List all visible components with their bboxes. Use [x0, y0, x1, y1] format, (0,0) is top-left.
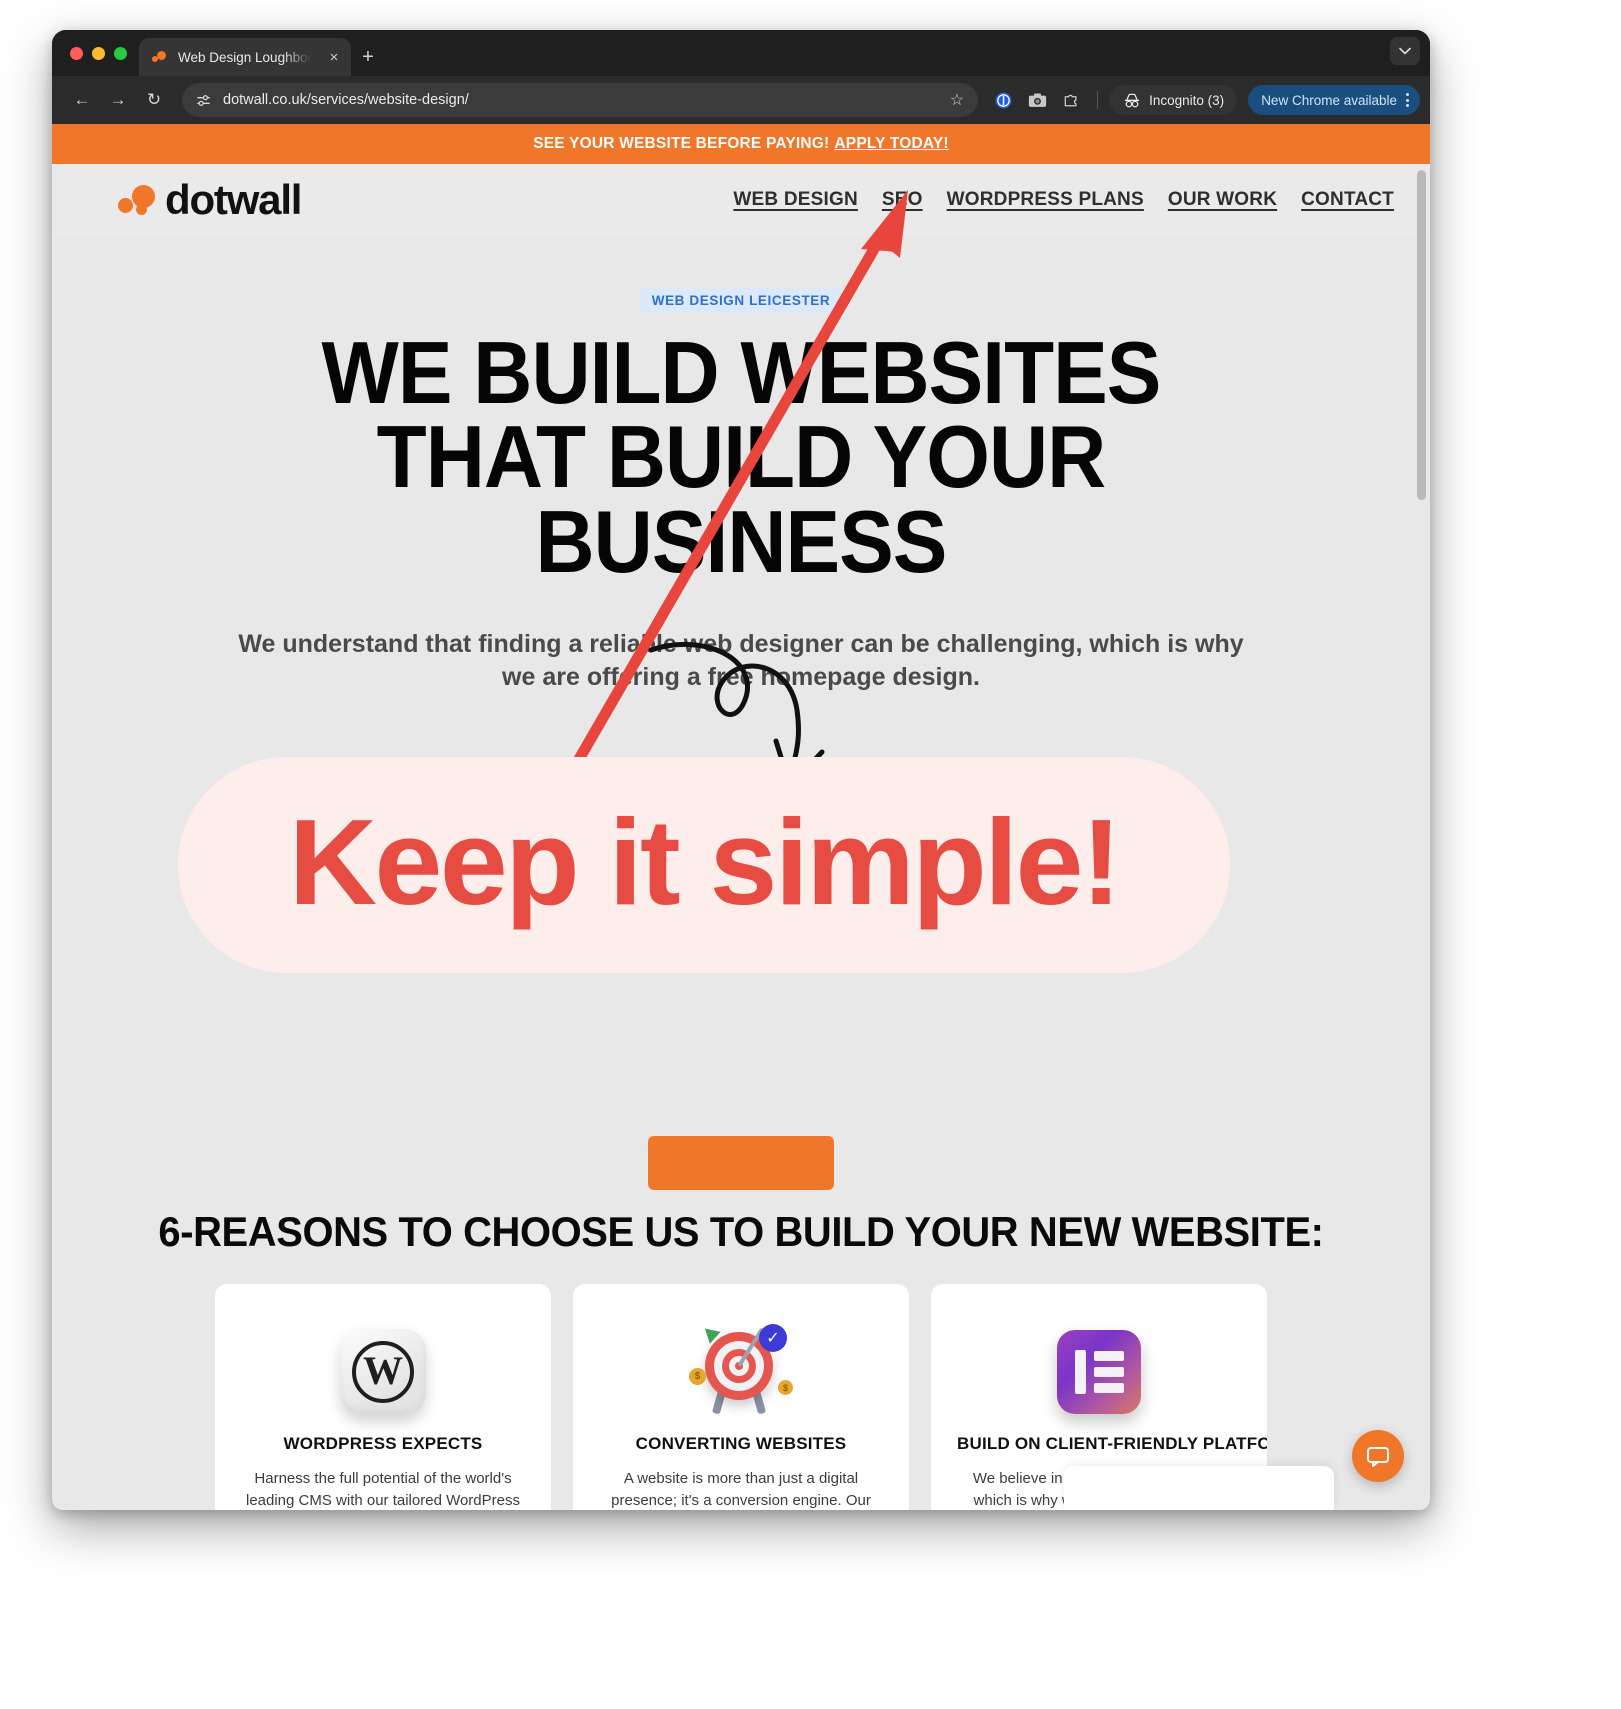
camera-icon[interactable]	[1022, 85, 1052, 115]
close-window-button[interactable]	[70, 46, 83, 60]
forward-button[interactable]: →	[102, 84, 134, 116]
update-label: New Chrome available	[1261, 92, 1397, 108]
chat-bubble-icon[interactable]	[1352, 1430, 1404, 1482]
hero-section: WEB DESIGN LEICESTER WE BUILD WEBSITES T…	[52, 236, 1430, 1190]
keep-it-simple-callout: Keep it simple!	[178, 757, 1230, 973]
browser-tab[interactable]: Web Design Loughboough an ×	[139, 38, 351, 76]
apply-today-link[interactable]: APPLY TODAY!	[834, 135, 948, 153]
back-button[interactable]: ←	[66, 84, 98, 116]
main-navigation: WEB DESIGN SEO WORDPRESS PLANS OUR WORK …	[733, 189, 1394, 211]
wordpress-icon: W	[241, 1318, 525, 1426]
target-dart-icon: ✓ $ $	[599, 1318, 883, 1426]
new-tab-button[interactable]: +	[351, 38, 385, 76]
hero-headline: WE BUILD WEBSITES THAT BUILD YOUR BUSINE…	[321, 323, 1162, 591]
dotwall-dots-icon	[118, 183, 158, 217]
reason-card[interactable]: ✓ $ $ CONVERTING WEBSITES A website is mo…	[573, 1284, 909, 1510]
nav-item-web-design[interactable]: WEB DESIGN	[733, 189, 857, 211]
site-header: dotwall WEB DESIGN SEO WORDPRESS PLANS O…	[52, 164, 1430, 236]
screenshot-root: Web Design Loughboough an × + ← → ↻	[0, 0, 1621, 1709]
nav-item-contact[interactable]: CONTACT	[1301, 189, 1394, 211]
nav-item-wordpress-plans[interactable]: WORDPRESS PLANS	[947, 189, 1144, 211]
site-settings-icon[interactable]	[192, 89, 214, 111]
card-title: CONVERTING WEBSITES	[635, 1434, 847, 1453]
page-scrollbar-thumb[interactable]	[1417, 170, 1426, 500]
callout-text: Keep it simple!	[288, 794, 1122, 930]
card-body: A website is more than just a digital pr…	[611, 1470, 871, 1510]
window-traffic-lights[interactable]	[66, 30, 139, 76]
close-tab-button[interactable]: ×	[325, 49, 343, 66]
card-title: BUILD ON CLIENT-FRIENDLY PLATFORMS	[957, 1434, 1267, 1453]
logo-wordmark: dotwall	[165, 176, 302, 223]
hero-cta-button[interactable]	[648, 1136, 834, 1190]
maximize-window-button[interactable]	[114, 46, 127, 60]
extensions-puzzle-icon[interactable]	[1056, 85, 1086, 115]
page-scrollbar[interactable]	[1417, 170, 1426, 1504]
url-text: dotwall.co.uk/services/website-design/	[223, 92, 469, 108]
tab-favicon-icon	[152, 50, 169, 65]
address-bar[interactable]: dotwall.co.uk/services/website-design/ ☆	[182, 83, 979, 117]
tab-search-chevron-icon[interactable]	[1390, 37, 1420, 65]
tab-strip: Web Design Loughboough an × +	[52, 30, 1430, 76]
hero-badge: WEB DESIGN LEICESTER	[638, 288, 844, 313]
reason-card[interactable]: W WORDPRESS EXPECTS Harness the full pot…	[215, 1284, 551, 1510]
toolbar-divider	[1097, 91, 1099, 109]
chrome-menu-kebab-icon[interactable]	[1403, 93, 1412, 107]
browser-toolbar: ← → ↻ dotwall.co.uk/services/website-des…	[52, 76, 1430, 124]
hero-subtext: We understand that finding a reliable we…	[238, 630, 1244, 692]
announcement-text: SEE YOUR WEBSITE BEFORE PAYING!	[533, 135, 830, 152]
reload-button[interactable]: ↻	[138, 84, 170, 116]
bookmark-star-icon[interactable]: ☆	[950, 90, 966, 110]
card-body: Harness the full potential of the world'…	[245, 1470, 520, 1510]
minimize-window-button[interactable]	[92, 46, 105, 60]
onepassword-icon[interactable]	[988, 85, 1018, 115]
nav-item-our-work[interactable]: OUR WORK	[1168, 189, 1277, 211]
reasons-heading: 6-REASONS TO CHOOSE US TO BUILD YOUR NEW…	[158, 1208, 1324, 1255]
chrome-update-button[interactable]: New Chrome available	[1248, 85, 1420, 115]
announcement-bar[interactable]: SEE YOUR WEBSITE BEFORE PAYING! APPLY TO…	[52, 124, 1430, 164]
card-title: WORDPRESS EXPECTS	[283, 1434, 483, 1453]
incognito-label: Incognito (3)	[1149, 92, 1225, 108]
site-logo[interactable]: dotwall	[118, 176, 302, 223]
incognito-indicator[interactable]: Incognito (3)	[1109, 85, 1238, 115]
elementor-icon	[957, 1318, 1241, 1426]
tab-title: Web Design Loughboough an	[178, 49, 316, 65]
chat-preview-panel[interactable]	[1064, 1466, 1334, 1510]
nav-item-seo[interactable]: SEO	[882, 189, 923, 211]
